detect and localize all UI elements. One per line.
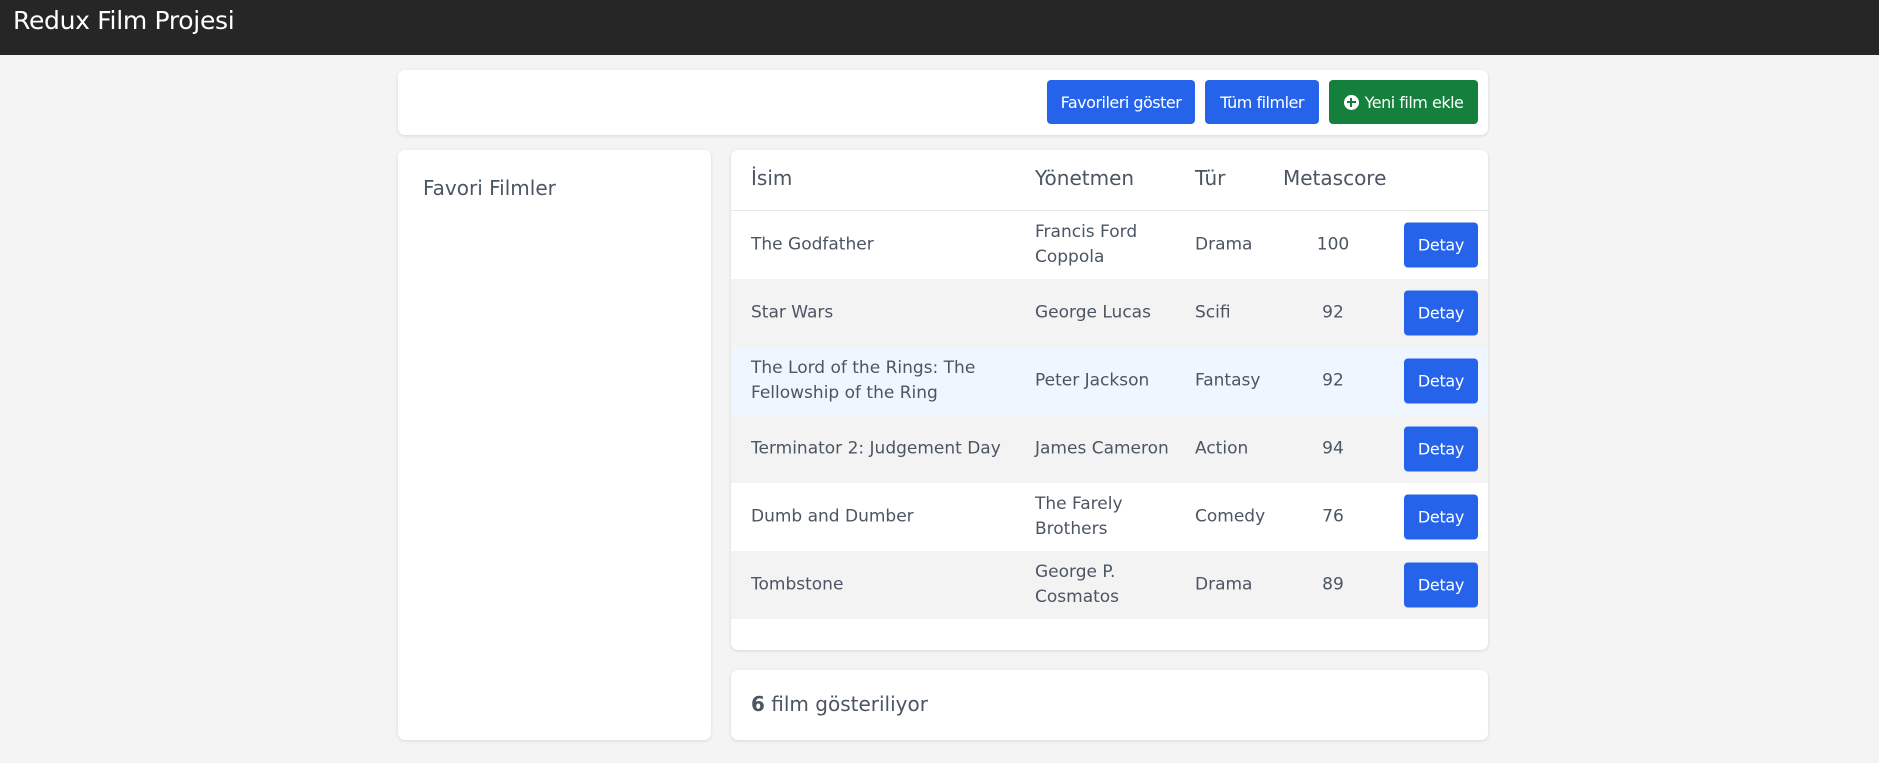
detail-button[interactable]: Detay	[1404, 426, 1478, 472]
table-row[interactable]: Dumb and Dumber The Farely Brothers Come…	[731, 483, 1488, 551]
movie-genre: Scifi	[1195, 302, 1231, 323]
movie-director: George P. Cosmatos	[1035, 562, 1120, 607]
detail-button[interactable]: Detay	[1404, 494, 1478, 540]
movie-name: Terminator 2: Judgement Day	[751, 438, 1001, 459]
brand-title[interactable]: Redux Film Projesi	[13, 6, 235, 35]
table-row[interactable]: Terminator 2: Judgement Day James Camero…	[731, 415, 1488, 483]
movie-name: Dumb and Dumber	[751, 506, 914, 527]
all-movies-button[interactable]: Tüm filmler	[1205, 80, 1319, 124]
table-row[interactable]: The Lord of the Rings: The Fellowship of…	[731, 347, 1488, 415]
movie-metascore: 76	[1322, 506, 1344, 527]
movie-genre: Drama	[1195, 574, 1253, 595]
movie-director: George Lucas	[1035, 302, 1151, 323]
count-footer: 6 film gösteriliyor	[731, 670, 1488, 740]
plus-circle-icon	[1343, 94, 1359, 110]
table-row[interactable]: Tombstone George P. Cosmatos Drama 89 De…	[731, 551, 1488, 619]
add-movie-button[interactable]: Yeni film ekle	[1329, 80, 1478, 124]
header-genre: Tür	[1195, 166, 1226, 190]
movie-director: Peter Jackson	[1035, 370, 1150, 391]
navbar: Redux Film Projesi	[0, 0, 1879, 55]
movie-name: The Godfather	[751, 234, 874, 255]
movie-director: James Cameron	[1035, 438, 1169, 459]
movie-director: The Farely Brothers	[1035, 494, 1123, 539]
movie-count: 6	[751, 692, 765, 716]
toolbar: Favorileri göster Tüm filmler Yeni film …	[398, 70, 1488, 135]
movie-count-text: 6 film gösteriliyor	[751, 692, 928, 716]
header-director: Yönetmen	[1035, 166, 1135, 190]
movie-name: Tombstone	[751, 574, 844, 595]
table-header: İsim Yönetmen Tür Metascore	[731, 150, 1488, 211]
movie-count-suffix: film gösteriliyor	[764, 692, 928, 716]
add-movie-label: Yeni film ekle	[1364, 92, 1464, 112]
movies-table: İsim Yönetmen Tür Metascore The Godfathe…	[731, 150, 1488, 650]
movie-genre: Comedy	[1195, 506, 1266, 527]
movie-metascore: 94	[1322, 438, 1344, 459]
movie-metascore: 92	[1322, 370, 1344, 391]
detail-button[interactable]: Detay	[1404, 290, 1478, 336]
detail-button[interactable]: Detay	[1404, 358, 1478, 404]
detail-button[interactable]: Detay	[1404, 222, 1478, 268]
show-favorites-button[interactable]: Favorileri göster	[1047, 80, 1195, 124]
movie-metascore: 92	[1322, 302, 1344, 323]
movie-genre: Action	[1195, 438, 1249, 459]
movie-genre: Drama	[1195, 234, 1253, 255]
table-row[interactable]: The Godfather Francis Ford Coppola Drama…	[731, 211, 1488, 279]
movie-genre: Fantasy	[1195, 370, 1261, 391]
header-metascore: Metascore	[1283, 166, 1387, 190]
movie-name: Star Wars	[751, 302, 834, 323]
movie-director: Francis Ford Coppola	[1035, 222, 1138, 267]
header-name: İsim	[751, 166, 793, 190]
table-row[interactable]: Star Wars George Lucas Scifi 92 Detay	[731, 279, 1488, 347]
movie-metascore: 100	[1316, 234, 1350, 255]
sidebar-title: Favori Filmler	[423, 176, 556, 200]
detail-button[interactable]: Detay	[1404, 562, 1478, 608]
favorites-sidebar: Favori Filmler	[398, 150, 711, 740]
movie-name: The Lord of the Rings: The Fellowship of…	[751, 358, 976, 403]
movie-metascore: 89	[1322, 574, 1344, 595]
